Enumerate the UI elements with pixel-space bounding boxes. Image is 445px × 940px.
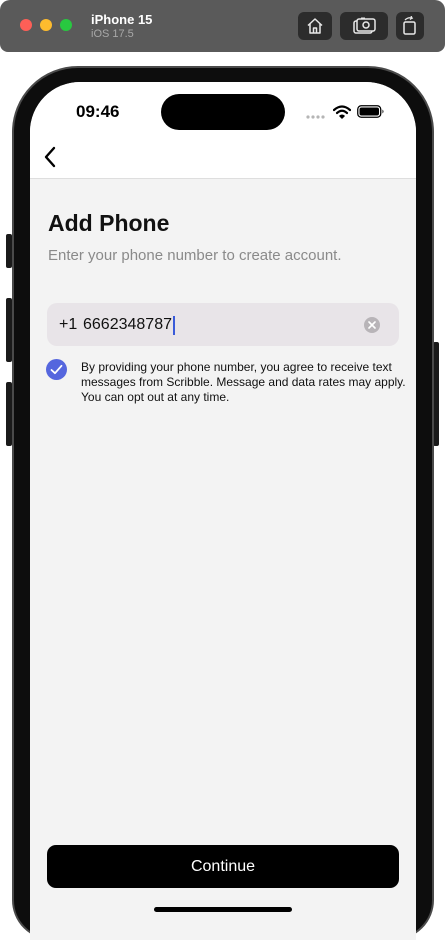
- status-bar: 09:46: [30, 82, 416, 179]
- home-indicator: [154, 907, 292, 912]
- consent-text: By providing your phone number, you agre…: [81, 360, 406, 404]
- page-subtitle: Enter your phone number to create accoun…: [48, 247, 342, 264]
- phone-number-value: 6662348787: [83, 316, 172, 333]
- home-icon: [307, 18, 323, 34]
- app-screen: 09:46 Add Phone Enter your phone number …: [30, 82, 416, 940]
- screenshot-icon: [353, 17, 376, 34]
- status-time: 09:46: [76, 102, 120, 121]
- close-window-button[interactable]: [20, 19, 32, 31]
- dynamic-island: [161, 94, 285, 130]
- back-button[interactable]: [34, 142, 66, 172]
- text-cursor: [172, 315, 175, 335]
- simulator-titlebar: iPhone 15 iOS 17.5: [0, 0, 445, 52]
- minimize-window-button[interactable]: [40, 19, 52, 31]
- page-title: Add Phone: [48, 210, 170, 236]
- continue-button[interactable]: Continue: [47, 845, 399, 888]
- simulator-os-version: iOS 17.5: [91, 28, 134, 40]
- chevron-left-icon: [44, 146, 56, 168]
- home-button[interactable]: [298, 12, 332, 40]
- consent-checkbox[interactable]: [46, 359, 67, 380]
- checkmark-icon: [50, 364, 63, 375]
- country-code[interactable]: +1: [59, 316, 77, 334]
- screenshot-button[interactable]: [340, 12, 388, 40]
- clear-input-button[interactable]: [364, 317, 380, 333]
- rotate-icon: [403, 16, 416, 35]
- simulator-device-name: iPhone 15: [91, 12, 153, 27]
- cellular-signal-icon: [306, 115, 325, 119]
- zoom-window-button[interactable]: [60, 19, 72, 31]
- phone-number-input[interactable]: 6662348787: [83, 315, 343, 335]
- rotate-button[interactable]: [396, 12, 424, 40]
- wifi-icon: [333, 105, 351, 119]
- clear-x-icon: [368, 321, 376, 329]
- battery-icon: [357, 105, 384, 118]
- phone-number-field[interactable]: +1 6662348787: [47, 303, 399, 346]
